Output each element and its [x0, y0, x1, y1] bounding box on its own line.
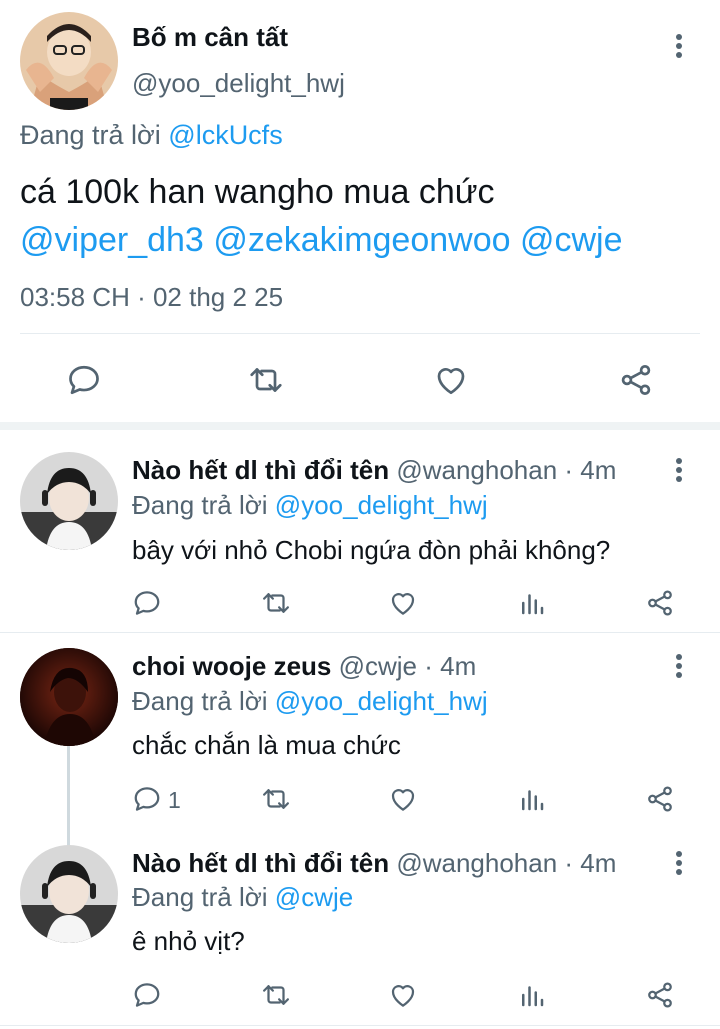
tweet-text-line: cá 100k han wangho mua chức	[20, 173, 495, 211]
reply-icon[interactable]	[132, 588, 162, 618]
reply-header: Nào hết dl thì đổi tên @wanghohan · 4m	[132, 455, 616, 486]
retweet-icon[interactable]	[261, 980, 291, 1010]
reply-text: ê nhỏ vịt?	[132, 926, 245, 956]
reply-time: · 4m	[564, 455, 617, 485]
reply-time: · 4m	[424, 651, 477, 681]
replying-prefix: Đang trả lời	[20, 120, 161, 150]
replying-prefix: Đang trả lời	[132, 686, 268, 716]
analytics-icon[interactable]	[517, 980, 547, 1010]
reply-text: bây với nhỏ Chobi ngứa đòn phải không?	[132, 535, 611, 565]
reply-icon[interactable]	[132, 784, 162, 814]
avatar[interactable]	[20, 452, 118, 550]
replying-prefix: Đang trả lời	[132, 490, 268, 520]
replying-to-link[interactable]: @yoo_delight_hwj	[275, 490, 488, 520]
analytics-icon[interactable]	[517, 784, 547, 814]
like-icon[interactable]	[388, 588, 418, 618]
display-name[interactable]: Nào hết dl thì đổi tên	[132, 455, 389, 485]
reply-count: 1	[168, 787, 181, 813]
like-icon[interactable]	[388, 784, 418, 814]
replying-to-link[interactable]: @yoo_delight_hwj	[275, 686, 488, 716]
section-divider	[0, 422, 720, 430]
divider	[0, 632, 720, 633]
share-icon[interactable]	[645, 784, 675, 814]
replying-to-link[interactable]: @cwje	[275, 882, 353, 912]
share-icon[interactable]	[645, 588, 675, 618]
user-handle[interactable]: @wanghohan	[396, 848, 557, 878]
share-icon[interactable]	[618, 362, 654, 398]
reply-icon[interactable]	[66, 362, 102, 398]
user-handle[interactable]: @yoo_delight_hwj	[132, 68, 345, 99]
avatar[interactable]	[20, 12, 118, 110]
more-options-icon[interactable]	[675, 654, 683, 681]
more-options-icon[interactable]	[675, 34, 683, 61]
analytics-icon[interactable]	[517, 588, 547, 618]
like-icon[interactable]	[388, 980, 418, 1010]
reply-icon[interactable]	[132, 980, 162, 1010]
more-options-icon[interactable]	[675, 851, 683, 878]
display-name[interactable]: choi wooje zeus	[132, 651, 331, 681]
mention-link[interactable]: @cwje	[520, 221, 623, 259]
replying-to: Đang trả lời @yoo_delight_hwj	[132, 686, 488, 717]
reply-time: · 4m	[564, 848, 617, 878]
mention-link[interactable]: @viper_dh3	[20, 221, 204, 259]
user-handle[interactable]: @wanghohan	[396, 455, 557, 485]
like-icon[interactable]	[433, 362, 469, 398]
replying-to: Đang trả lời @lckUcfs	[20, 120, 283, 151]
reply-header: Nào hết dl thì đổi tên @wanghohan · 4m	[132, 848, 616, 879]
thread-line	[67, 746, 70, 846]
display-name[interactable]: Bố m cân tất	[132, 22, 288, 53]
retweet-icon[interactable]	[261, 588, 291, 618]
replying-to: Đang trả lời @cwje	[132, 882, 353, 913]
reply-text: chắc chắn là mua chức	[132, 730, 401, 760]
replying-to-link[interactable]: @lckUcfs	[168, 120, 282, 150]
retweet-icon[interactable]	[261, 784, 291, 814]
divider	[0, 1025, 720, 1026]
user-handle[interactable]: @cwje	[339, 651, 417, 681]
more-options-icon[interactable]	[675, 458, 683, 485]
avatar[interactable]	[20, 845, 118, 943]
replying-to: Đang trả lời @yoo_delight_hwj	[132, 490, 488, 521]
display-name[interactable]: Nào hết dl thì đổi tên	[132, 848, 389, 878]
divider	[20, 333, 700, 334]
tweet-text: cá 100k han wangho mua chức @viper_dh3 @…	[20, 168, 623, 264]
reply-header: choi wooje zeus @cwje · 4m	[132, 651, 476, 682]
mention-link[interactable]: @zekakimgeonwoo	[213, 221, 510, 259]
tweet-timestamp[interactable]: 03:58 CH · 02 thg 2 25	[20, 282, 283, 313]
retweet-icon[interactable]	[248, 362, 284, 398]
replying-prefix: Đang trả lời	[132, 882, 268, 912]
share-icon[interactable]	[645, 980, 675, 1010]
avatar[interactable]	[20, 648, 118, 746]
